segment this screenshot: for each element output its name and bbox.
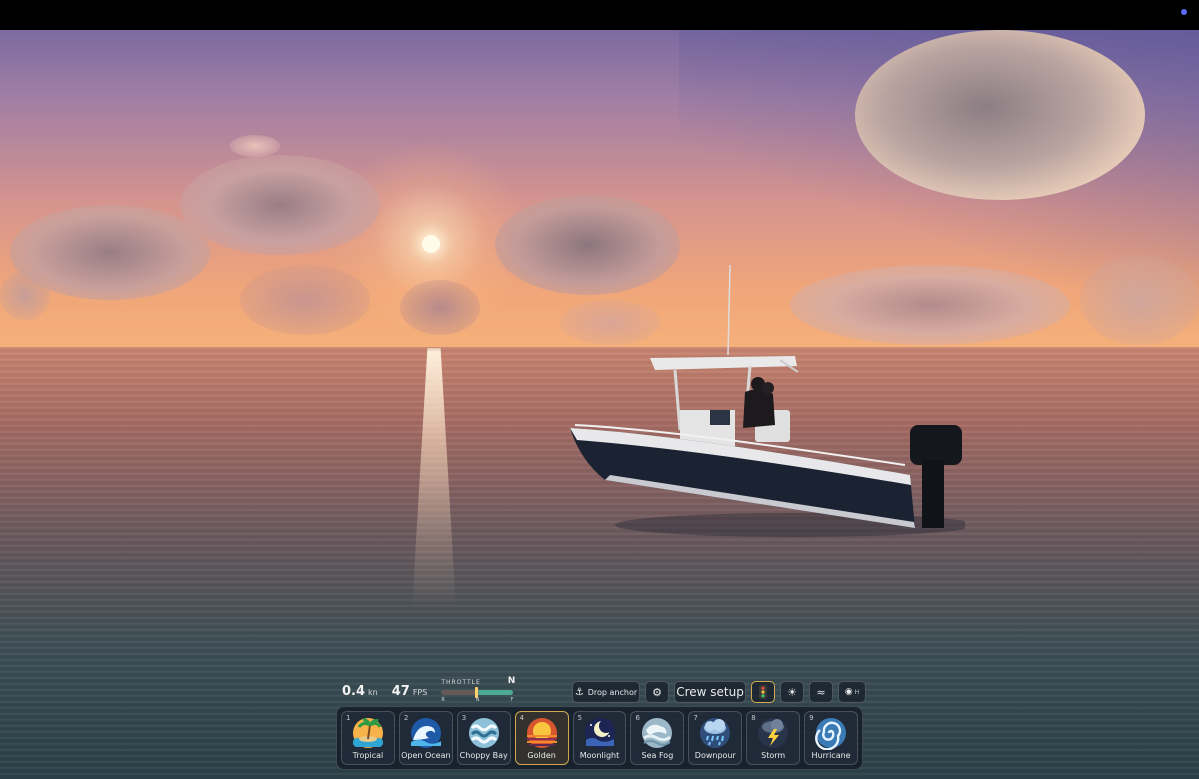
preset-golden[interactable]: 4 Golden [514, 711, 569, 765]
cloud [0, 270, 50, 320]
preset-key: 3 [461, 714, 467, 722]
nav-lights-toggle[interactable] [751, 681, 775, 703]
speed-readout: 0.4 kn [342, 684, 378, 699]
sun [422, 235, 440, 253]
preset-label: Downpour [694, 751, 736, 760]
preset-label: Choppy Bay [459, 751, 508, 760]
cloud [230, 135, 280, 157]
fps-readout: 47 FPS [392, 684, 428, 699]
preset-open-ocean[interactable]: 2 Open Ocean [398, 711, 453, 765]
waves-toggle[interactable]: ≈ [809, 681, 833, 703]
speed-value: 0.4 [342, 683, 366, 699]
preset-key: 7 [693, 714, 698, 722]
status-dot [1181, 9, 1187, 15]
preset-downpour[interactable]: 7 Downpour [688, 711, 743, 765]
fog-icon [642, 718, 673, 748]
preset-key: 8 [751, 714, 756, 722]
preset-hurricane[interactable]: 9 Hurricane [804, 711, 859, 765]
preset-label: Golden [527, 751, 556, 760]
preset-label: Hurricane [811, 751, 851, 760]
weather-preset-bar: 1 Tropical 2 Open Ocean 3 Choppy Bay 4 G… [336, 706, 863, 770]
preset-tropical[interactable]: 1 Tropical [341, 711, 395, 765]
preset-sea-fog[interactable]: 6 Sea Fog [630, 711, 685, 765]
sun-icon: ☀ [787, 685, 797, 699]
sunset-icon [526, 718, 557, 748]
sun-toggle[interactable]: ☀ [780, 681, 804, 703]
fps-unit: FPS [412, 687, 428, 697]
cloud [1080, 255, 1199, 345]
anchor-icon: ⚓ [574, 686, 584, 698]
preset-key: 4 [519, 714, 525, 722]
throttle-label: THROTTLE [441, 679, 481, 686]
throttle-tick-neutral: N [475, 697, 480, 703]
lightning-icon [758, 718, 789, 748]
gear-icon: ⚙ [652, 685, 662, 699]
throttle-gear: N [507, 676, 516, 686]
crew-setup-button[interactable]: Crew setup [674, 681, 746, 703]
drop-anchor-label: Drop anchor [587, 687, 638, 697]
rain-cloud-icon [700, 718, 731, 748]
fps-value: 47 [391, 683, 410, 699]
boat[interactable] [565, 260, 965, 540]
preset-choppy-bay[interactable]: 3 Choppy Bay [456, 711, 511, 765]
preset-label: Storm [761, 751, 786, 760]
cloud [240, 265, 370, 335]
preset-label: Open Ocean [401, 751, 451, 760]
moon-icon [584, 718, 615, 748]
waves-icon: ≈ [816, 685, 826, 699]
action-toolbar: ⚓ Drop anchor ⚙ Crew setup ☀ ≈ ◉ H [572, 681, 866, 705]
cloud [400, 280, 480, 335]
wave-icon [410, 718, 441, 748]
throttle-tick-reverse: R [441, 697, 445, 703]
preset-key: 5 [577, 714, 583, 722]
throttle-ticks: R N F [441, 697, 513, 703]
circle-icon: ◉ [844, 687, 853, 697]
preset-moonlight[interactable]: 5 Moonlight [572, 711, 627, 765]
traffic-light-icon [759, 685, 767, 699]
preset-storm[interactable]: 8 Storm [746, 711, 801, 765]
cloud [855, 30, 1145, 200]
top-bar [0, 0, 1199, 30]
preset-label: Tropical [352, 751, 384, 760]
choppy-waves-icon [468, 718, 499, 748]
preset-key: 2 [403, 714, 409, 722]
cloud [180, 155, 380, 255]
hurricane-icon [815, 718, 847, 750]
throttle-slider[interactable]: THROTTLE N R N F [441, 676, 516, 703]
preset-key: 9 [809, 714, 814, 722]
hud-stats: 0.4 kn 47 FPS THROTTLE N R N F [342, 676, 516, 703]
hud-hotkey: H [854, 688, 860, 696]
crew-setup-label: Crew setup [676, 685, 744, 699]
ocean-scene[interactable]: 0.4 kn 47 FPS THROTTLE N R N F ⚓ Drop an… [0, 30, 1199, 779]
settings-button[interactable]: ⚙ [645, 681, 669, 703]
drop-anchor-button[interactable]: ⚓ Drop anchor [572, 681, 640, 703]
preset-label: Moonlight [579, 751, 620, 760]
throttle-tick-forward: F [510, 697, 514, 703]
preset-key: 1 [346, 714, 351, 722]
palm-island-icon [352, 718, 383, 748]
hud-toggle-button[interactable]: ◉ H [838, 681, 866, 703]
preset-key: 6 [635, 714, 640, 722]
speed-unit: kn [368, 687, 378, 697]
preset-label: Sea Fog [641, 751, 674, 760]
